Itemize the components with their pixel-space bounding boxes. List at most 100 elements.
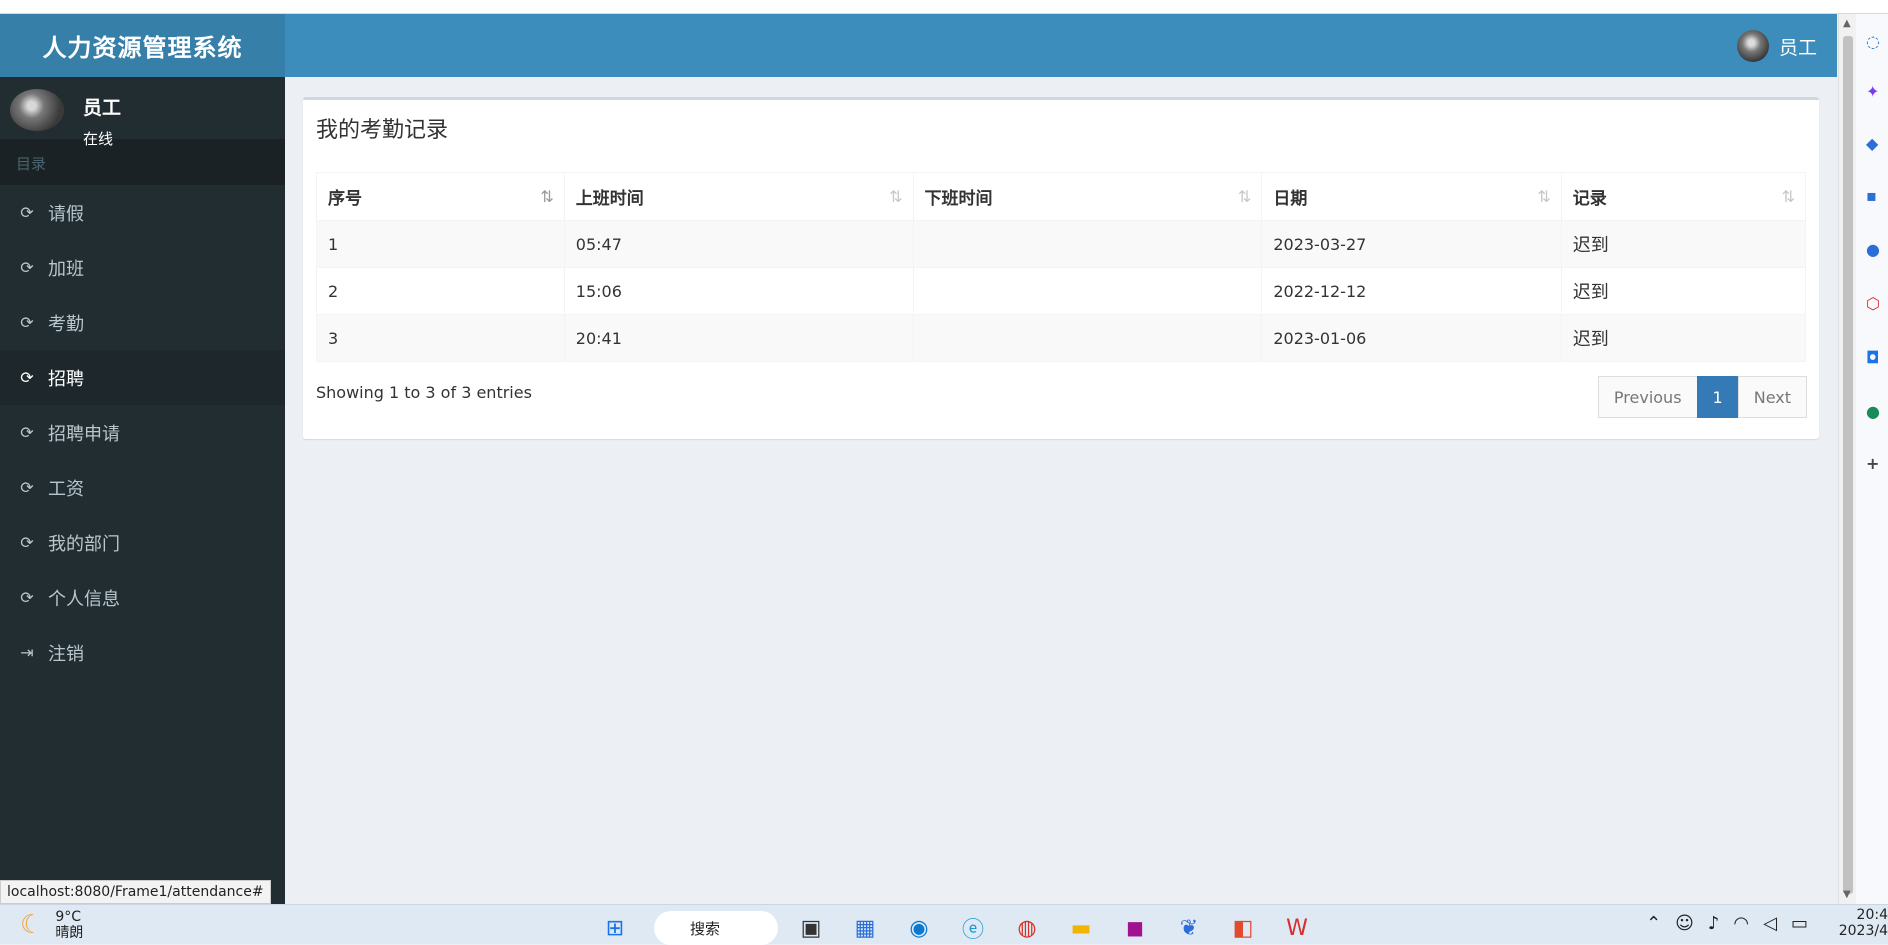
taskbar-apps: ⊞ 搜索 ▣ ▦ ◉ ⓔ ◍ ▬ ◼ ❦ ◧ W xyxy=(600,911,1336,945)
refresh-icon: ⟳ xyxy=(20,588,34,607)
scrollbar-thumb[interactable] xyxy=(1843,36,1853,894)
chevron-up-icon[interactable]: ⌃ xyxy=(1646,913,1661,934)
table-row: 3 20:41 2023-01-06 迟到 xyxy=(316,314,1807,362)
cell-date: 2023-01-06 xyxy=(1261,314,1562,362)
app-icon[interactable]: ▦ xyxy=(850,913,880,943)
sidebar-item-recruitment-application[interactable]: ⟳ 招聘申请 xyxy=(0,405,285,460)
pagination: Previous 1 Next xyxy=(1597,376,1807,418)
ie-browser-icon[interactable]: ⓔ xyxy=(958,913,988,943)
user-status: 在线 xyxy=(83,130,114,148)
sign-out-icon: ⇥ xyxy=(20,643,34,662)
cell-index: 3 xyxy=(316,314,565,362)
sidebar-item-label: 注销 xyxy=(48,643,84,665)
qq-icon[interactable]: ☺ xyxy=(1675,913,1694,934)
page-scrollbar[interactable]: ▲ ▼ xyxy=(1838,14,1856,904)
column-header-record[interactable]: 记录 ⇅ xyxy=(1560,172,1807,221)
table-info: Showing 1 to 3 of 3 entries xyxy=(316,383,532,402)
previous-button[interactable]: Previous xyxy=(1597,376,1698,418)
attendance-box: 我的考勤记录 序号 ⇅ 上班时间 ⇅ 下班时间 ⇅ 日期 ⇅ 记录 ⇅ 1 05:47 xyxy=(303,97,1819,439)
intellij-icon[interactable]: ◼ xyxy=(1120,913,1150,943)
table-row: 2 15:06 2022-12-12 迟到 xyxy=(316,267,1807,315)
sidebar-item-label: 考勤 xyxy=(48,313,84,335)
sidebar-item-logout[interactable]: ⇥ 注销 xyxy=(0,625,285,680)
sidebar-item-personal-info[interactable]: ⟳ 个人信息 xyxy=(0,570,285,625)
menu-header: 目录 xyxy=(0,139,285,185)
box-title: 我的考勤记录 xyxy=(316,118,449,143)
user-avatar xyxy=(10,89,64,131)
cell-record: 迟到 xyxy=(1560,267,1807,315)
user-panel: 员工 在线 xyxy=(0,77,285,148)
sidebar-item-attendance[interactable]: ⟳ 考勤 xyxy=(0,295,285,350)
wifi-icon[interactable]: ◠ xyxy=(1733,913,1749,934)
side-panel-outlook-icon[interactable]: ◘ xyxy=(1866,348,1879,367)
sidebar-item-salary[interactable]: ⟳ 工资 xyxy=(0,460,285,515)
cell-check-in: 20:41 xyxy=(563,314,914,362)
microphone-icon[interactable]: ♪ xyxy=(1708,913,1720,934)
folder-icon[interactable]: ▬ xyxy=(1066,913,1096,943)
attendance-table: 序号 ⇅ 上班时间 ⇅ 下班时间 ⇅ 日期 ⇅ 记录 ⇅ 1 05:47 2023-03-… xyxy=(316,172,1807,362)
sidebar: 人力资源管理系统 员工 在线 目录 ⟳ 请假 ⟳ 加班 ⟳ 考勤 ⟳ 招聘 ⟳ … xyxy=(0,14,285,904)
cell-index: 1 xyxy=(316,220,565,268)
sidebar-item-label: 工资 xyxy=(48,478,84,500)
sidebar-item-my-department[interactable]: ⟳ 我的部门 xyxy=(0,515,285,570)
windows-start-icon[interactable]: ⊞ xyxy=(600,913,630,943)
side-panel-people-icon[interactable]: ● xyxy=(1866,240,1880,259)
browser-side-panel: ◌ ✦ ◆ ▪ ● ⬡ ◘ ● + xyxy=(1856,14,1888,904)
side-panel-add-icon[interactable]: + xyxy=(1866,454,1879,473)
sidebar-item-label: 招聘 xyxy=(48,368,84,390)
volume-icon[interactable]: ◁ xyxy=(1763,913,1777,934)
cell-check-in: 05:47 xyxy=(563,220,914,268)
page-1-button[interactable]: 1 xyxy=(1696,376,1739,418)
taskbar-clock[interactable]: 20:4 2023/4 xyxy=(1836,907,1888,939)
app-logo-title[interactable]: 人力资源管理系统 xyxy=(0,14,285,77)
weather-widget[interactable]: ☾ 9°C 晴朗 xyxy=(20,909,83,941)
refresh-icon: ⟳ xyxy=(20,203,34,222)
scroll-up-arrow-icon[interactable]: ▲ xyxy=(1843,18,1851,29)
taskbar-search[interactable]: 搜索 xyxy=(654,911,778,945)
cloud-app-icon[interactable]: ❦ xyxy=(1174,913,1204,943)
sort-asc-icon: ⇅ xyxy=(540,187,554,206)
side-panel-copilot-icon[interactable]: ✦ xyxy=(1866,82,1879,101)
cell-check-out xyxy=(912,267,1263,315)
refresh-icon: ⟳ xyxy=(20,368,34,387)
edge-browser-icon[interactable]: ◉ xyxy=(904,913,934,943)
user-menu[interactable]: 员工 xyxy=(1736,30,1817,62)
cell-record: 迟到 xyxy=(1560,314,1807,362)
image-app-icon[interactable]: ◧ xyxy=(1228,913,1258,943)
task-view-icon[interactable]: ▣ xyxy=(796,913,826,943)
system-tray: ⌃ ☺ ♪ ◠ ◁ ▭ xyxy=(1646,913,1808,934)
side-panel-search-icon[interactable]: ◌ xyxy=(1866,32,1880,51)
column-header-index[interactable]: 序号 ⇅ xyxy=(316,172,565,221)
side-panel-office-icon[interactable]: ⬡ xyxy=(1866,294,1880,313)
column-header-date[interactable]: 日期 ⇅ xyxy=(1261,172,1562,221)
browser-toolbar-edge xyxy=(0,0,1888,14)
weather-temp: 9°C xyxy=(55,909,81,925)
sort-icon: ⇅ xyxy=(1237,187,1252,206)
side-panel-diamond-icon[interactable]: ◆ xyxy=(1866,134,1878,153)
chrome-icon[interactable]: ◍ xyxy=(1012,913,1042,943)
side-panel-briefcase-icon[interactable]: ▪ xyxy=(1866,186,1877,205)
battery-icon[interactable]: ▭ xyxy=(1791,913,1808,934)
sidebar-item-label: 加班 xyxy=(48,258,84,280)
clock-time: 20:4 xyxy=(1856,907,1888,923)
wps-icon[interactable]: W xyxy=(1282,913,1312,943)
user-avatar-small xyxy=(1736,30,1769,62)
next-button[interactable]: Next xyxy=(1737,376,1807,418)
refresh-icon: ⟳ xyxy=(20,533,34,552)
scroll-down-arrow-icon[interactable]: ▼ xyxy=(1843,889,1851,900)
sidebar-item-leave[interactable]: ⟳ 请假 xyxy=(0,185,285,240)
column-header-check-out[interactable]: 下班时间 ⇅ xyxy=(912,172,1263,221)
column-header-check-in[interactable]: 上班时间 ⇅ xyxy=(563,172,914,221)
cell-date: 2023-03-27 xyxy=(1261,220,1562,268)
sidebar-item-overtime[interactable]: ⟳ 加班 xyxy=(0,240,285,295)
side-panel-drop-icon[interactable]: ● xyxy=(1866,402,1880,421)
sidebar-item-label: 个人信息 xyxy=(48,588,120,610)
sidebar-item-recruitment[interactable]: ⟳ 招聘 xyxy=(0,350,285,405)
cell-date: 2022-12-12 xyxy=(1261,267,1562,315)
weather-desc: 晴朗 xyxy=(55,925,84,941)
sidebar-item-label: 招聘申请 xyxy=(48,423,120,445)
search-label: 搜索 xyxy=(690,919,721,938)
user-info: 员工 在线 xyxy=(83,89,121,149)
moon-icon: ☾ xyxy=(20,910,44,940)
cell-check-in: 15:06 xyxy=(563,267,914,315)
